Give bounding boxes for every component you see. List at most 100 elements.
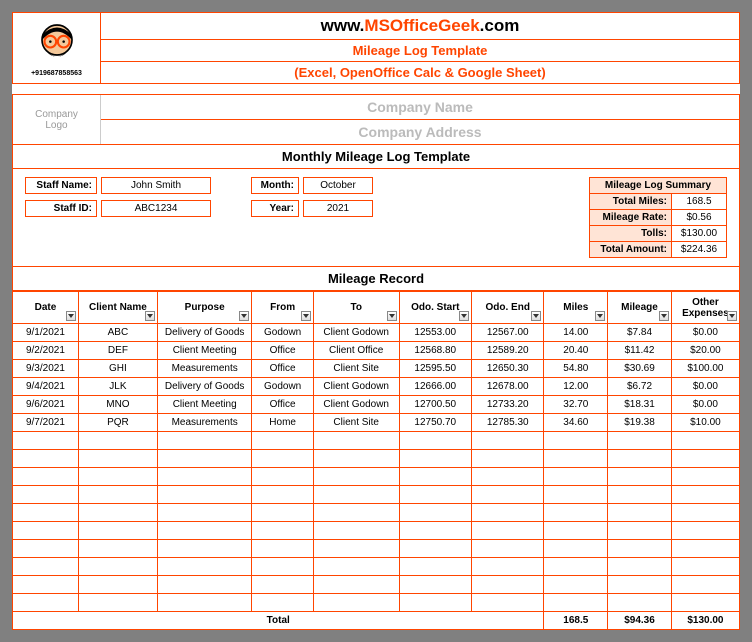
- cell-miles[interactable]: 20.40: [544, 342, 608, 360]
- cell-date[interactable]: 9/7/2021: [13, 414, 79, 432]
- cell-empty[interactable]: [671, 468, 739, 486]
- cell-ostart[interactable]: 12666.00: [399, 378, 471, 396]
- cell-empty[interactable]: [13, 468, 79, 486]
- cell-other[interactable]: $10.00: [671, 414, 739, 432]
- cell-mileage[interactable]: $19.38: [608, 414, 672, 432]
- cell-empty[interactable]: [671, 594, 739, 612]
- cell-empty[interactable]: [313, 594, 399, 612]
- filter-dropdown-icon[interactable]: [659, 311, 669, 321]
- cell-empty[interactable]: [472, 522, 544, 540]
- cell-other[interactable]: $0.00: [671, 378, 739, 396]
- cell-empty[interactable]: [13, 558, 79, 576]
- cell-empty[interactable]: [313, 540, 399, 558]
- cell-to[interactable]: Client Office: [313, 342, 399, 360]
- cell-oend[interactable]: 12785.30: [472, 414, 544, 432]
- cell-empty[interactable]: [608, 558, 672, 576]
- column-header[interactable]: From: [252, 292, 313, 324]
- cell-date[interactable]: 9/4/2021: [13, 378, 79, 396]
- cell-empty[interactable]: [399, 432, 471, 450]
- cell-empty[interactable]: [671, 432, 739, 450]
- cell-purpose[interactable]: Client Meeting: [157, 396, 251, 414]
- cell-empty[interactable]: [544, 594, 608, 612]
- filter-dropdown-icon[interactable]: [145, 311, 155, 321]
- cell-empty[interactable]: [13, 540, 79, 558]
- cell-from[interactable]: Office: [252, 396, 313, 414]
- column-header[interactable]: Purpose: [157, 292, 251, 324]
- column-header[interactable]: Mileage: [608, 292, 672, 324]
- cell-client[interactable]: DEF: [78, 342, 157, 360]
- cell-empty[interactable]: [13, 504, 79, 522]
- cell-client[interactable]: PQR: [78, 414, 157, 432]
- cell-empty[interactable]: [157, 594, 251, 612]
- cell-empty[interactable]: [252, 540, 313, 558]
- cell-empty[interactable]: [78, 450, 157, 468]
- cell-empty[interactable]: [472, 594, 544, 612]
- cell-empty[interactable]: [472, 432, 544, 450]
- cell-empty[interactable]: [608, 576, 672, 594]
- cell-empty[interactable]: [78, 576, 157, 594]
- cell-from[interactable]: Godown: [252, 324, 313, 342]
- filter-dropdown-icon[interactable]: [66, 311, 76, 321]
- filter-dropdown-icon[interactable]: [727, 311, 737, 321]
- cell-miles[interactable]: 32.70: [544, 396, 608, 414]
- cell-date[interactable]: 9/1/2021: [13, 324, 79, 342]
- cell-empty[interactable]: [78, 504, 157, 522]
- cell-empty[interactable]: [157, 468, 251, 486]
- cell-empty[interactable]: [157, 540, 251, 558]
- cell-empty[interactable]: [608, 486, 672, 504]
- column-header[interactable]: Odo. Start: [399, 292, 471, 324]
- cell-miles[interactable]: 14.00: [544, 324, 608, 342]
- cell-empty[interactable]: [399, 576, 471, 594]
- cell-empty[interactable]: [157, 522, 251, 540]
- cell-empty[interactable]: [252, 432, 313, 450]
- cell-empty[interactable]: [608, 468, 672, 486]
- cell-client[interactable]: GHI: [78, 360, 157, 378]
- cell-date[interactable]: 9/6/2021: [13, 396, 79, 414]
- cell-empty[interactable]: [472, 504, 544, 522]
- cell-oend[interactable]: 12678.00: [472, 378, 544, 396]
- cell-to[interactable]: Client Site: [313, 414, 399, 432]
- cell-empty[interactable]: [78, 522, 157, 540]
- cell-empty[interactable]: [313, 432, 399, 450]
- cell-client[interactable]: MNO: [78, 396, 157, 414]
- cell-empty[interactable]: [252, 594, 313, 612]
- cell-empty[interactable]: [472, 540, 544, 558]
- cell-empty[interactable]: [399, 594, 471, 612]
- filter-dropdown-icon[interactable]: [595, 311, 605, 321]
- cell-from[interactable]: Office: [252, 342, 313, 360]
- cell-oend[interactable]: 12567.00: [472, 324, 544, 342]
- cell-empty[interactable]: [671, 486, 739, 504]
- cell-empty[interactable]: [157, 450, 251, 468]
- cell-empty[interactable]: [313, 522, 399, 540]
- cell-empty[interactable]: [472, 468, 544, 486]
- month-value[interactable]: October: [303, 177, 373, 194]
- cell-empty[interactable]: [313, 468, 399, 486]
- cell-empty[interactable]: [608, 432, 672, 450]
- cell-empty[interactable]: [399, 504, 471, 522]
- cell-empty[interactable]: [78, 486, 157, 504]
- cell-empty[interactable]: [313, 486, 399, 504]
- staff-name-value[interactable]: John Smith: [101, 177, 211, 194]
- cell-empty[interactable]: [544, 558, 608, 576]
- cell-purpose[interactable]: Client Meeting: [157, 342, 251, 360]
- cell-empty[interactable]: [157, 486, 251, 504]
- cell-ostart[interactable]: 12553.00: [399, 324, 471, 342]
- cell-empty[interactable]: [544, 540, 608, 558]
- cell-empty[interactable]: [608, 594, 672, 612]
- cell-empty[interactable]: [399, 522, 471, 540]
- cell-empty[interactable]: [252, 558, 313, 576]
- cell-empty[interactable]: [313, 450, 399, 468]
- cell-from[interactable]: Office: [252, 360, 313, 378]
- cell-oend[interactable]: 12733.20: [472, 396, 544, 414]
- cell-empty[interactable]: [399, 468, 471, 486]
- cell-empty[interactable]: [608, 504, 672, 522]
- cell-purpose[interactable]: Measurements: [157, 414, 251, 432]
- cell-other[interactable]: $0.00: [671, 396, 739, 414]
- cell-mileage[interactable]: $11.42: [608, 342, 672, 360]
- cell-ostart[interactable]: 12750.70: [399, 414, 471, 432]
- cell-empty[interactable]: [252, 486, 313, 504]
- cell-empty[interactable]: [472, 486, 544, 504]
- cell-client[interactable]: JLK: [78, 378, 157, 396]
- cell-other[interactable]: $0.00: [671, 324, 739, 342]
- column-header[interactable]: Client Name: [78, 292, 157, 324]
